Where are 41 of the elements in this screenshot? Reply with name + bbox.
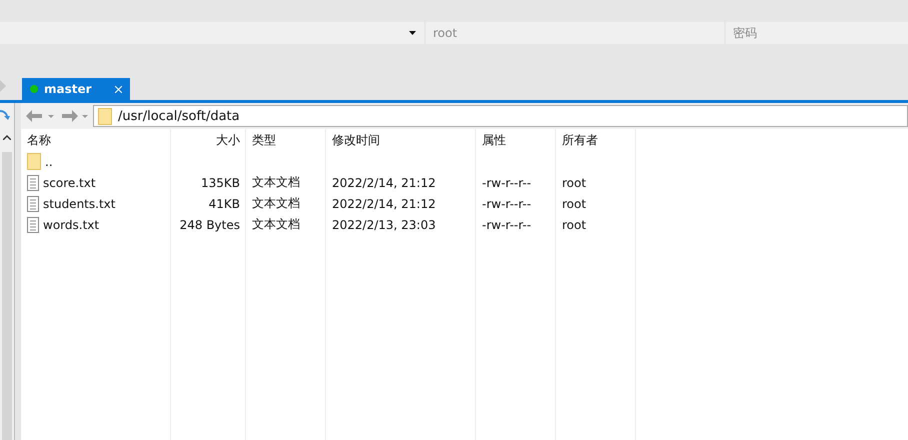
column-header[interactable]: 所有者 bbox=[556, 132, 636, 148]
file-owner: root bbox=[562, 176, 586, 190]
file-permissions: -rw-r--r-- bbox=[482, 196, 532, 210]
file-size: 135KB bbox=[200, 176, 240, 190]
file-name[interactable]: words.txt bbox=[43, 218, 100, 232]
username-field[interactable]: root bbox=[426, 22, 724, 44]
file-permissions: -rw-r--r-- bbox=[482, 218, 532, 232]
file-icon bbox=[27, 174, 39, 190]
file-name[interactable]: score.txt bbox=[43, 176, 96, 190]
file-icon bbox=[27, 216, 39, 232]
scrollbar[interactable] bbox=[2, 152, 12, 440]
password-field[interactable]: 密码 bbox=[726, 22, 908, 44]
file-type: 文本文档 bbox=[252, 174, 300, 191]
scroll-up-icon[interactable] bbox=[3, 135, 11, 140]
file-owner: root bbox=[562, 196, 586, 210]
file-name[interactable]: students.txt bbox=[43, 196, 116, 210]
folder-icon bbox=[98, 108, 112, 124]
back-icon[interactable] bbox=[25, 109, 55, 123]
file-size: 41KB bbox=[208, 196, 240, 210]
forward-icon[interactable] bbox=[59, 109, 89, 123]
file-icon bbox=[27, 196, 39, 212]
arrow-icon[interactable] bbox=[0, 80, 6, 92]
folder-icon bbox=[27, 153, 41, 170]
close-icon[interactable] bbox=[115, 86, 122, 92]
session-tab[interactable]: master bbox=[22, 78, 130, 100]
file-type: 文本文档 bbox=[252, 216, 300, 233]
file-name[interactable]: .. bbox=[45, 154, 53, 168]
file-permissions: -rw-r--r-- bbox=[482, 176, 532, 190]
file-type: 文本文档 bbox=[252, 195, 300, 212]
column-header[interactable]: 修改时间 bbox=[326, 132, 476, 148]
path-field[interactable]: /usr/local/soft/data bbox=[93, 105, 908, 127]
column-header[interactable]: 大小 bbox=[171, 132, 246, 148]
file-owner: root bbox=[562, 218, 586, 232]
file-date: 2022/2/14, 21:12 bbox=[332, 176, 436, 190]
column-header[interactable]: 属性 bbox=[476, 132, 556, 148]
column-header[interactable]: 名称 bbox=[21, 132, 171, 148]
file-date: 2022/2/14, 21:12 bbox=[332, 196, 436, 210]
column-header[interactable]: 类型 bbox=[246, 132, 326, 148]
file-size: 248 Bytes bbox=[180, 218, 240, 232]
caret-icon bbox=[409, 31, 416, 35]
file-date: 2022/2/13, 23:03 bbox=[332, 218, 436, 232]
